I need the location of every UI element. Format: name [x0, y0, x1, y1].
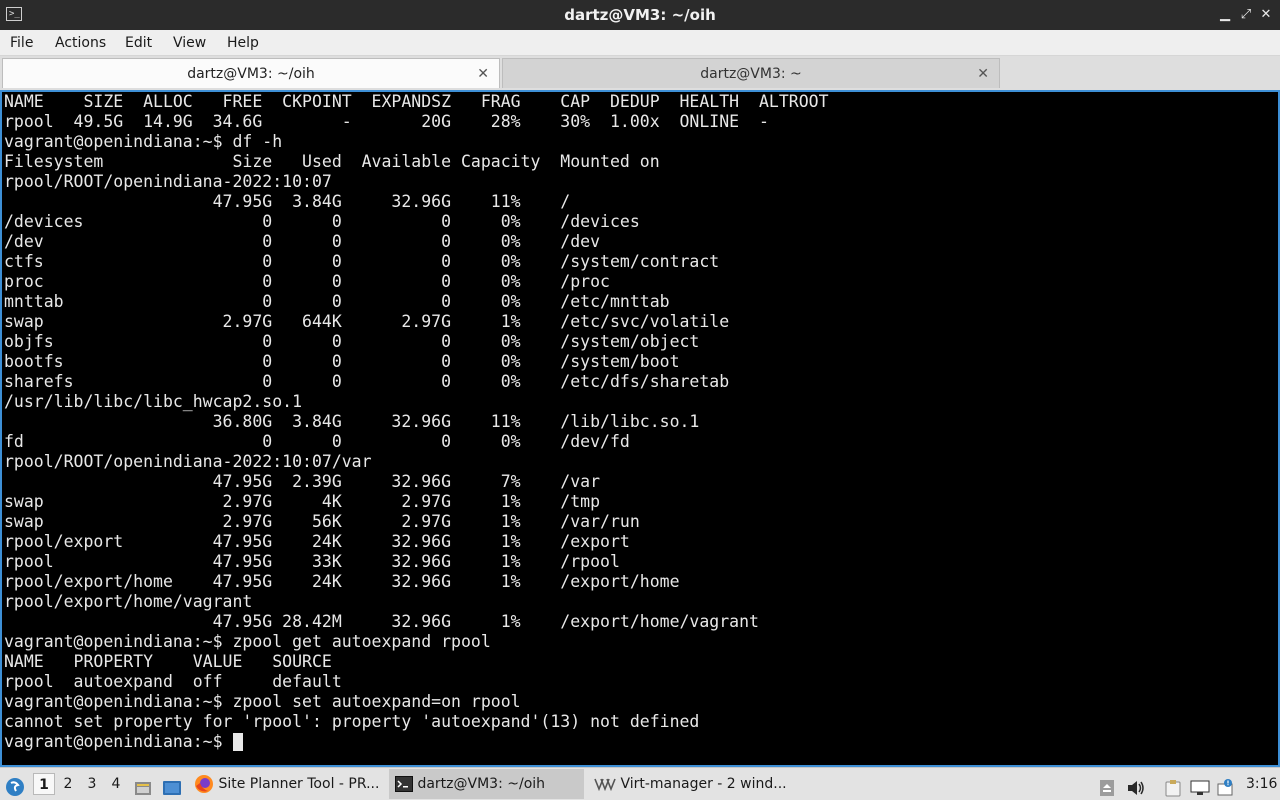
terminal-line: vagrant@openindiana:~$: [4, 732, 233, 751]
terminal-line: /devices 0 0 0 0% /devices: [4, 212, 640, 231]
desktop-1[interactable]: 1: [33, 773, 55, 795]
task-label: dartz@VM3: ~/oih: [417, 776, 546, 792]
removable-media-icon[interactable]: [1099, 768, 1117, 800]
tab-close-icon[interactable]: ✕: [477, 59, 489, 89]
terminal-line: rpool 49.5G 14.9G 34.6G - 20G 28% 30% 1.…: [4, 112, 769, 131]
terminal-cursor: [232, 733, 243, 751]
display-icon[interactable]: [1190, 768, 1212, 800]
terminal-line: rpool 47.95G 33K 32.96G 1% /rpool: [4, 552, 620, 571]
clock[interactable]: 3:16: [1246, 768, 1278, 800]
virt-manager-icon: [594, 778, 616, 791]
terminal-line: rpool/export/home/vagrant: [4, 592, 253, 611]
terminal-line: rpool/export/home 47.95G 24K 32.96G 1% /…: [4, 572, 680, 591]
terminal-line: 47.95G 28.42M 32.96G 1% /export/home/vag…: [4, 612, 759, 631]
task-virt-manager[interactable]: Virt-manager - 2 wind...: [588, 769, 788, 799]
clipboard-icon[interactable]: [1164, 768, 1184, 800]
firefox-icon: [195, 775, 213, 793]
task-site-planner[interactable]: Site Planner Tool - PR...: [190, 769, 385, 799]
terminal-line: /dev 0 0 0 0% /dev: [4, 232, 601, 251]
terminal-line: Filesystem Size Used Available Capacity …: [4, 152, 660, 171]
show-desktop-icon[interactable]: [162, 768, 184, 800]
task-label: Site Planner Tool - PR...: [218, 776, 380, 792]
desktop-4[interactable]: 4: [105, 773, 127, 795]
terminal-line: bootfs 0 0 0 0% /system/boot: [4, 352, 680, 371]
terminal-line: vagrant@openindiana:~$ df -h: [4, 132, 283, 151]
terminal-line: objfs 0 0 0 0% /system/object: [4, 332, 700, 351]
terminal-line: swap 2.97G 644K 2.97G 1% /etc/svc/volati…: [4, 312, 730, 331]
desktop-3[interactable]: 3: [81, 773, 103, 795]
tab-label: dartz@VM3: ~: [700, 66, 802, 82]
terminal-line: 47.95G 2.39G 32.96G 7% /var: [4, 472, 601, 491]
task-label: Virt-manager - 2 wind...: [620, 776, 787, 792]
terminal-output[interactable]: NAME SIZE ALLOC FREE CKPOINT EXPANDSZ FR…: [0, 90, 1280, 767]
menu-help[interactable]: Help: [227, 34, 259, 52]
tab-close-icon[interactable]: ✕: [977, 59, 989, 89]
file-manager-icon[interactable]: [134, 768, 154, 800]
terminal-line: proc 0 0 0 0% /proc: [4, 272, 610, 291]
menu-edit[interactable]: Edit: [125, 34, 152, 52]
terminal-line: swap 2.97G 4K 2.97G 1% /tmp: [4, 492, 601, 511]
volume-icon[interactable]: [1127, 768, 1147, 800]
maximize-icon[interactable]: ⤢: [1237, 6, 1255, 24]
terminal-line: NAME PROPERTY VALUE SOURCE: [4, 652, 332, 671]
terminal-line: swap 2.97G 56K 2.97G 1% /var/run: [4, 512, 640, 531]
terminal-line: rpool/ROOT/openindiana-2022:10:07: [4, 172, 332, 191]
desktop-2[interactable]: 2: [57, 773, 79, 795]
tab-label: dartz@VM3: ~/oih: [187, 66, 315, 82]
menu-actions[interactable]: Actions: [55, 34, 106, 52]
terminal-line: /usr/lib/libc/libc_hwcap2.so.1: [4, 392, 303, 411]
terminal-line: ctfs 0 0 0 0% /system/contract: [4, 252, 720, 271]
tab-bar: dartz@VM3: ~/oih ✕ dartz@VM3: ~ ✕: [0, 56, 1280, 90]
close-icon[interactable]: ✕: [1257, 6, 1275, 24]
terminal-line: fd 0 0 0 0% /dev/fd: [4, 432, 630, 451]
tab-home[interactable]: dartz@VM3: ~ ✕: [502, 58, 1000, 88]
terminal-line: 36.80G 3.84G 32.96G 11% /lib/libc.so.1: [4, 412, 700, 431]
taskbar: 1 2 3 4 Site Planner Tool - PR... dartz@…: [0, 767, 1280, 800]
terminal-line: sharefs 0 0 0 0% /etc/dfs/sharetab: [4, 372, 730, 391]
terminal-line: rpool/ROOT/openindiana-2022:10:07/var: [4, 452, 372, 471]
terminal-line: mnttab 0 0 0 0% /etc/mnttab: [4, 292, 670, 311]
menu-file[interactable]: File: [10, 34, 33, 52]
start-menu-icon[interactable]: [5, 768, 27, 800]
window-titlebar[interactable]: >_ dartz@VM3: ~/oih ▁ ⤢ ✕: [0, 0, 1280, 30]
terminal-line: rpool autoexpand off default: [4, 672, 342, 691]
terminal-line: rpool/export 47.95G 24K 32.96G 1% /expor…: [4, 532, 630, 551]
minimize-icon[interactable]: ▁: [1216, 6, 1234, 24]
tab-oih[interactable]: dartz@VM3: ~/oih ✕: [2, 58, 500, 88]
terminal-line: vagrant@openindiana:~$ zpool get autoexp…: [4, 632, 491, 651]
terminal-line: NAME SIZE ALLOC FREE CKPOINT EXPANDSZ FR…: [4, 92, 829, 111]
terminal-icon: [395, 776, 413, 792]
terminal-line: 47.95G 3.84G 32.96G 11% /: [4, 192, 571, 211]
menu-view[interactable]: View: [173, 34, 206, 52]
menu-bar: File Actions Edit View Help: [0, 30, 1280, 56]
update-notifier-icon[interactable]: [1216, 768, 1236, 800]
terminal-line: vagrant@openindiana:~$ zpool set autoexp…: [4, 692, 521, 711]
terminal-line: cannot set property for 'rpool': propert…: [4, 712, 700, 731]
window-title: dartz@VM3: ~/oih: [564, 6, 716, 24]
task-terminal[interactable]: dartz@VM3: ~/oih: [389, 769, 584, 799]
